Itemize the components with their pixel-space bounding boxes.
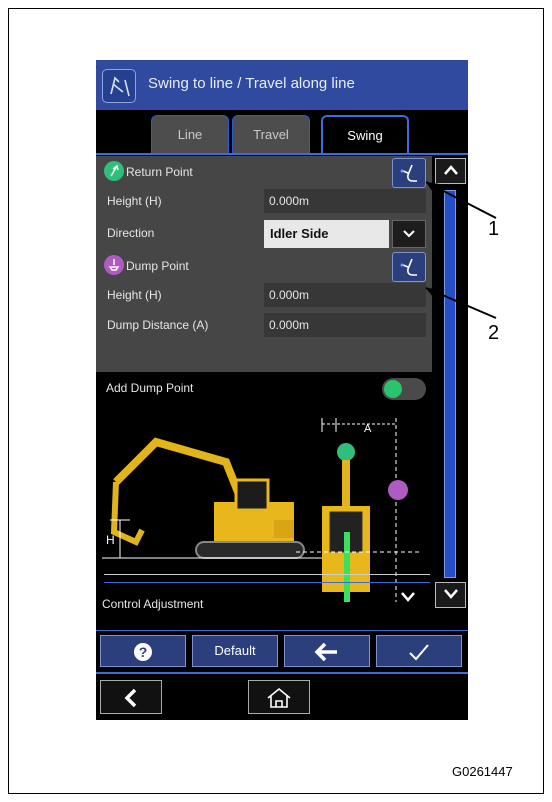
excavator-diagram: H A: [102, 418, 422, 602]
default-button[interactable]: Default: [192, 635, 278, 667]
callout-1: 1: [488, 218, 500, 240]
nav-back-button[interactable]: [100, 680, 162, 714]
return-height-label: Height (H): [107, 194, 162, 208]
divider: [104, 574, 430, 575]
dump-height-field[interactable]: 0.000m: [264, 283, 426, 307]
figure-code: G0261447: [452, 764, 513, 779]
dump-point-icon: [104, 255, 124, 275]
help-button[interactable]: ?: [100, 635, 186, 667]
distance-letter: A: [364, 423, 372, 435]
excavator-side-view: [102, 437, 346, 559]
return-point-label: Return Point: [126, 165, 193, 179]
home-icon: [267, 687, 291, 708]
tab-bar: Line Travel Swing: [96, 110, 468, 155]
scroll-thumb[interactable]: [444, 190, 456, 578]
action-button-row: ? Default: [96, 630, 468, 671]
return-height-row: Height (H) 0.000m: [96, 186, 432, 216]
tab-line[interactable]: Line: [151, 115, 229, 153]
callout-2: 2: [488, 322, 500, 344]
tab-swing[interactable]: Swing: [321, 115, 409, 155]
return-height-field[interactable]: 0.000m: [264, 189, 426, 213]
control-adjustment-label[interactable]: Control Adjustment: [102, 597, 203, 611]
scrollbar[interactable]: [433, 156, 468, 610]
scroll-up-button[interactable]: [435, 158, 466, 184]
chevron-left-icon: [124, 688, 137, 707]
dump-point-label: Dump Point: [126, 259, 189, 273]
capture-dump-point-button[interactable]: [392, 252, 426, 282]
height-letter: H: [106, 533, 115, 547]
dump-distance-field[interactable]: 0.000m: [264, 313, 426, 337]
return-point-icon: [104, 161, 124, 181]
dump-distance-row: Dump Distance (A) 0.000m: [96, 310, 432, 340]
dump-point-header: Dump Point: [96, 250, 432, 282]
swing-line-icon: [102, 69, 136, 103]
scroll-down-button[interactable]: [435, 582, 466, 608]
tab-travel[interactable]: Travel: [232, 115, 310, 153]
capture-return-point-button[interactable]: [392, 158, 426, 188]
title-bar: Swing to line / Travel along line: [96, 60, 468, 111]
dump-height-label: Height (H): [107, 288, 162, 302]
window-title: Swing to line / Travel along line: [148, 75, 355, 92]
dump-height-row: Height (H) 0.000m: [96, 280, 432, 310]
help-icon: ?: [134, 642, 152, 661]
svg-text:?: ?: [139, 644, 148, 660]
swing-settings-panel: Return Point Height (H) 0.000m Direction…: [96, 156, 432, 372]
back-arrow-button[interactable]: [284, 635, 370, 667]
dump-distance-label: Dump Distance (A): [107, 318, 209, 332]
chevron-down-icon[interactable]: [392, 220, 426, 248]
chevron-down-icon[interactable]: [400, 590, 416, 608]
divider: [104, 582, 430, 583]
toggle-knob: [384, 380, 402, 398]
add-dump-point-label: Add Dump Point: [106, 381, 194, 395]
direction-row: Direction Idler Side: [96, 218, 432, 248]
dump-point-diagram-area: Add Dump Point H A: [96, 372, 432, 610]
confirm-button[interactable]: [376, 635, 462, 667]
add-dump-point-toggle[interactable]: [382, 378, 426, 400]
direction-select[interactable]: Idler Side: [264, 220, 389, 248]
checkmark-icon: [409, 643, 429, 661]
direction-label: Direction: [107, 226, 155, 240]
tab-underline: [96, 153, 468, 155]
arrow-left-icon: [314, 642, 337, 661]
navigation-bar: [96, 672, 468, 720]
return-point-header: Return Point: [96, 156, 432, 188]
app-screen: Swing to line / Travel along line Line T…: [96, 60, 468, 720]
home-button[interactable]: [248, 680, 310, 714]
